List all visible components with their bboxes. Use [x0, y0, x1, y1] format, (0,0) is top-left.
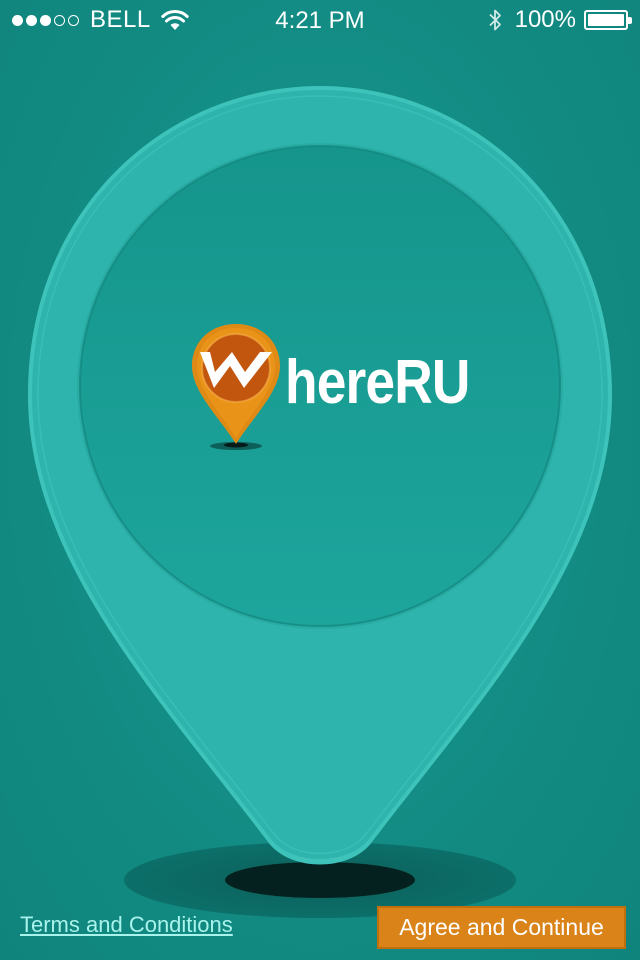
- bluetooth-icon: [488, 9, 501, 31]
- battery-icon: [584, 10, 632, 30]
- terms-and-conditions-link[interactable]: Terms and Conditions: [20, 912, 233, 938]
- pin-tip-shadow: [225, 862, 415, 898]
- status-right: 100%: [487, 6, 632, 33]
- status-bar: BELL 4:21 PM 100%: [0, 0, 640, 40]
- splash-screen: BELL 4:21 PM 100% hereRU Terms and Condi…: [0, 0, 640, 960]
- app-logo: hereRU: [188, 322, 470, 452]
- battery-percent: 100%: [514, 6, 576, 33]
- logo-wordmark: hereRU: [285, 348, 470, 417]
- map-pin-icon: [192, 324, 280, 450]
- large-map-pin-graphic: [28, 86, 612, 918]
- agree-and-continue-button[interactable]: Agree and Continue: [377, 906, 626, 949]
- battery-level-fill: [588, 14, 624, 26]
